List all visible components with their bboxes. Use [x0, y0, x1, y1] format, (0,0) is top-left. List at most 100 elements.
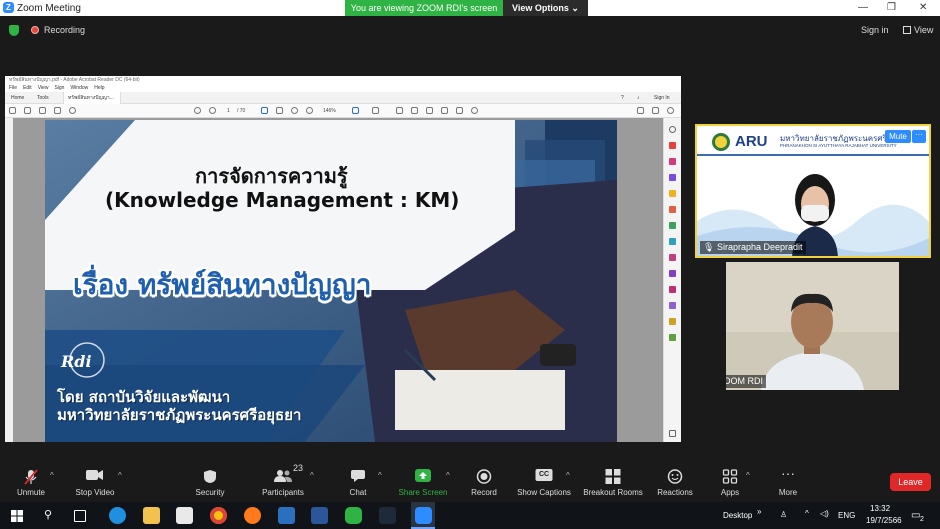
share-pen-icon[interactable]	[637, 107, 644, 114]
minimize-icon[interactable]: —	[858, 2, 868, 13]
rail-organize-icon[interactable]	[669, 222, 676, 229]
rail-comment-icon[interactable]	[669, 190, 676, 197]
rail-send-icon[interactable]	[669, 270, 676, 277]
clock-time[interactable]: 13:32	[870, 504, 890, 513]
rail-combine-icon[interactable]	[669, 206, 676, 213]
view-grid-icon[interactable]	[903, 26, 911, 34]
stop-video-button[interactable]: Stop Video	[72, 462, 118, 502]
rail-zoom-icon[interactable]	[669, 126, 676, 133]
chat-button[interactable]: Chat	[340, 462, 376, 502]
rail-fill-sign-icon[interactable]	[669, 254, 676, 261]
participants-button[interactable]: 23 Participants	[258, 462, 308, 502]
draw-icon[interactable]	[426, 107, 433, 114]
page-number-input[interactable]: 1	[227, 108, 230, 114]
rail-edit-pdf-icon[interactable]	[669, 158, 676, 165]
hand-tool-icon[interactable]	[276, 107, 283, 114]
volume-icon[interactable]: ◁)	[820, 509, 829, 518]
maximize-icon[interactable]: ❐	[887, 2, 896, 13]
firefox-icon[interactable]	[244, 507, 261, 524]
help-icon[interactable]: ?	[617, 92, 628, 104]
menu-file[interactable]: File	[9, 84, 17, 92]
zoom-level-select[interactable]: 146%	[323, 108, 336, 114]
view-button[interactable]: View	[914, 25, 933, 35]
toolbar-expand-icon[interactable]: »	[757, 507, 761, 516]
file-explorer-icon[interactable]	[143, 507, 160, 524]
rail-redact-icon[interactable]	[669, 318, 676, 325]
stamp-icon[interactable]	[441, 107, 448, 114]
menu-window[interactable]: Window	[70, 84, 88, 92]
unmute-button[interactable]: Unmute	[10, 462, 52, 502]
rail-export-pdf-icon[interactable]	[669, 142, 676, 149]
microsoft-store-icon[interactable]	[176, 507, 193, 524]
print-icon[interactable]	[54, 107, 61, 114]
tab-home[interactable]: Home	[7, 92, 28, 104]
rail-protect-icon[interactable]	[669, 286, 676, 293]
delete-icon[interactable]	[456, 107, 463, 114]
reactions-button[interactable]: Reactions	[655, 462, 695, 502]
menu-help[interactable]: Help	[94, 84, 104, 92]
mute-participant-button[interactable]: Mute	[885, 130, 911, 143]
page-down-icon[interactable]	[209, 107, 216, 114]
apps-options-caret[interactable]: ^	[746, 471, 750, 480]
windows-start-icon[interactable]	[11, 510, 23, 522]
mail-app-icon[interactable]	[278, 507, 295, 524]
audio-options-caret[interactable]: ^	[50, 471, 54, 480]
page-up-icon[interactable]	[194, 107, 201, 114]
breakout-rooms-button[interactable]: Breakout Rooms	[583, 462, 643, 502]
video-options-caret[interactable]: ^	[118, 471, 122, 480]
account-icon[interactable]	[667, 107, 674, 114]
leave-button[interactable]: Leave	[890, 473, 931, 491]
task-view-icon[interactable]	[74, 510, 86, 522]
search-icon[interactable]	[69, 107, 76, 114]
security-button[interactable]: Security	[190, 462, 230, 502]
close-icon[interactable]: ✕	[919, 2, 927, 13]
comment-icon[interactable]	[396, 107, 403, 114]
share-options-caret[interactable]: ^	[446, 471, 450, 480]
people-icon[interactable]: ♙	[780, 510, 787, 519]
share-screen-button[interactable]: Share Screen	[397, 462, 449, 502]
desktop-toolbar-label[interactable]: Desktop	[723, 511, 752, 520]
tile-more-button[interactable]: ···	[912, 130, 926, 143]
sign-in-link[interactable]: Sign in	[861, 25, 889, 35]
bell-icon[interactable]: ♪	[633, 92, 644, 104]
rail-more-tools-icon[interactable]	[669, 334, 676, 341]
record-button[interactable]: Record	[466, 462, 502, 502]
chat-options-caret[interactable]: ^	[378, 471, 382, 480]
bookmark-star-icon[interactable]	[24, 107, 31, 114]
participants-options-caret[interactable]: ^	[310, 471, 314, 480]
mail-icon[interactable]	[652, 107, 659, 114]
video-tile-zoom-rdi[interactable]: 🎙︎ ZOOM RDI	[726, 262, 899, 390]
tray-chevron-icon[interactable]: ^	[805, 509, 809, 518]
show-captions-button[interactable]: CC Show Captions	[516, 462, 572, 502]
clock-date[interactable]: 19/7/2566	[866, 516, 902, 525]
rail-scan-icon[interactable]	[669, 238, 676, 245]
captions-options-caret[interactable]: ^	[566, 471, 570, 480]
zoom-out-icon[interactable]	[291, 107, 298, 114]
rail-compress-icon[interactable]	[669, 302, 676, 309]
line-app-icon[interactable]	[345, 507, 362, 524]
view-options-button[interactable]: View Options ⌄	[503, 0, 588, 16]
fit-page-icon[interactable]	[352, 107, 359, 114]
acrobat-icon[interactable]	[379, 507, 396, 524]
word-icon[interactable]	[311, 507, 328, 524]
menu-edit[interactable]: Edit	[23, 84, 32, 92]
create-icon[interactable]	[9, 107, 16, 114]
language-indicator[interactable]: ENG	[838, 511, 855, 520]
pdf-sign-in-link[interactable]: Sign In	[650, 92, 674, 104]
upload-icon[interactable]	[39, 107, 46, 114]
edge-browser-icon[interactable]	[109, 507, 126, 524]
more-button[interactable]: ··· More	[770, 462, 806, 502]
rotate-icon[interactable]	[471, 107, 478, 114]
menu-sign[interactable]: Sign	[54, 84, 64, 92]
select-cursor-icon[interactable]	[261, 107, 268, 114]
apps-button[interactable]: Apps	[712, 462, 748, 502]
scroll-mode-icon[interactable]	[372, 107, 379, 114]
chrome-icon[interactable]	[210, 507, 227, 524]
tab-tools[interactable]: Tools	[33, 92, 53, 104]
menu-view[interactable]: View	[38, 84, 49, 92]
taskbar-search-icon[interactable]: ⚲	[44, 508, 52, 521]
highlight-pen-icon[interactable]	[411, 107, 418, 114]
zoom-in-icon[interactable]	[306, 107, 313, 114]
video-tile-siraprapha[interactable]: ARU มหาวิทยาลัยราชภัฏพระนครศรีอยุธยา PHR…	[695, 124, 931, 258]
rail-create-pdf-icon[interactable]	[669, 174, 676, 181]
